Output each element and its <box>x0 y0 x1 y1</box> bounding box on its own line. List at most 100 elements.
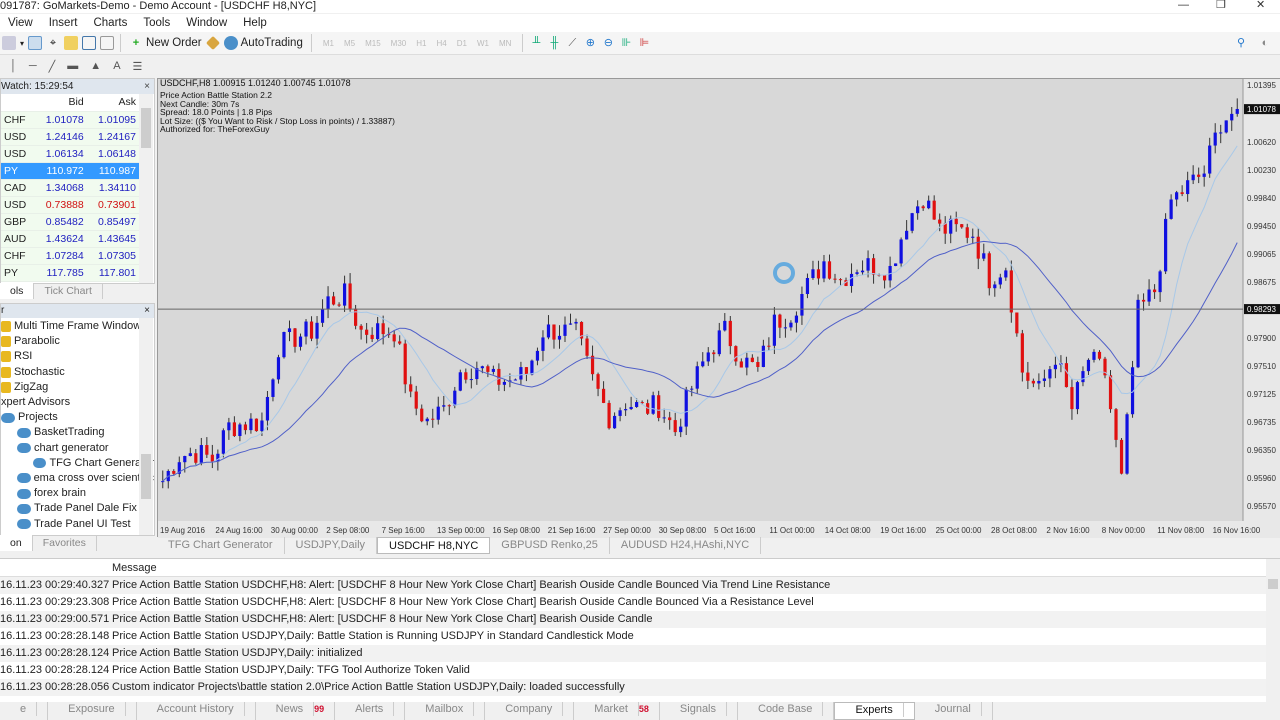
price-chart[interactable]: 1.01395 1.00620 1.00230 0.99840 0.99450 0.990… <box>158 79 1280 538</box>
navigator-item[interactable]: RSI <box>1 349 154 364</box>
menu-help[interactable]: Help <box>235 17 275 29</box>
navigator-item[interactable]: ema cross over scientific <box>1 471 154 486</box>
candlestick-icon[interactable]: ╫ <box>547 36 561 50</box>
autotrading-button[interactable]: AutoTrading <box>222 33 305 53</box>
navigator-icon[interactable] <box>64 36 79 50</box>
profiles-icon[interactable] <box>2 36 16 50</box>
log-row[interactable]: 16.11.23 00:28:28.124 Price Action Battle… <box>0 645 1280 662</box>
symbol-row[interactable]: USD 0.73888 0.73901 <box>1 196 139 214</box>
symbol-row[interactable]: CHF 1.01078 1.01095 <box>1 111 139 129</box>
navigator-item[interactable]: Trade Panel UI Test <box>1 516 154 531</box>
timeframe-h4[interactable]: H4 <box>431 39 451 48</box>
trendline-icon[interactable]: ╱ <box>49 60 56 73</box>
auto-scroll-icon[interactable]: ⊪ <box>619 36 633 50</box>
timeframe-m1[interactable]: M1 <box>318 39 339 48</box>
tab-journal[interactable]: Journal <box>915 702 993 720</box>
navigator-item[interactable]: Multi Time Frame Window <box>1 319 154 334</box>
chart-tab[interactable]: USDCHF H8,NYC <box>377 537 491 554</box>
tab-alerts[interactable]: Alerts <box>335 702 406 720</box>
chat-icon[interactable]: ◐ <box>1258 36 1272 50</box>
navigator-item[interactable]: Trade Panel Dale Fix <box>1 501 154 516</box>
tab-mailbox[interactable]: Mailbox <box>405 702 486 720</box>
zoom-in-icon[interactable]: ⊕ <box>583 36 597 50</box>
timeframe-d1[interactable]: D1 <box>452 39 472 48</box>
chart-tab[interactable]: USDJPY,Daily <box>285 537 378 554</box>
tab-experts[interactable]: Experts <box>834 702 915 720</box>
symbol-row[interactable]: PY 117.785 117.801 <box>1 264 139 282</box>
navigator-item[interactable]: Projects <box>1 410 154 425</box>
navigator-item[interactable]: Stochastic <box>1 365 154 380</box>
fibonacci-icon[interactable]: ☰ <box>133 60 143 73</box>
tab-favorites[interactable]: Favorites <box>33 535 97 551</box>
minimize-button[interactable]: — <box>1178 0 1189 11</box>
log-row[interactable]: 16.11.23 00:28:28.148 Price Action Battle… <box>0 628 1280 645</box>
bar-chart-icon[interactable]: ╨ <box>529 36 543 50</box>
tab-e[interactable]: e <box>0 702 49 720</box>
close-icon[interactable]: × <box>144 79 150 94</box>
symbol-row[interactable]: USD 1.24146 1.24167 <box>1 128 139 146</box>
navigator-item[interactable]: forex brain <box>1 486 154 501</box>
tab-on[interactable]: on <box>0 535 33 551</box>
symbol-row[interactable]: USD 1.06134 1.06148 <box>1 145 139 163</box>
timeframe-m5[interactable]: M5 <box>339 39 360 48</box>
symbol-row[interactable]: CAD 1.34068 1.34110 <box>1 179 139 197</box>
log-row[interactable]: 16.11.23 00:28:28.056 Custom indicator Pr… <box>0 679 1280 696</box>
tab-ols[interactable]: ols <box>0 283 35 299</box>
tab-tick-chart[interactable]: Tick Chart <box>34 283 103 299</box>
navigator-item[interactable]: xpert Advisors <box>1 395 154 410</box>
timeframe-m15[interactable]: M15 <box>360 39 386 48</box>
terminal-icon[interactable] <box>82 36 97 50</box>
timeframe-mn[interactable]: MN <box>494 39 516 48</box>
crosshair-icon[interactable]: ⌖ <box>46 36 60 50</box>
menu-window[interactable]: Window <box>178 17 235 29</box>
symbol-row[interactable]: CHF 1.07284 1.07305 <box>1 247 139 265</box>
chart-tab[interactable]: GBPUSD Renko,25 <box>490 537 610 554</box>
chart-tab[interactable]: AUDUSD H24,HAshi,NYC <box>610 537 762 554</box>
symbol-row[interactable]: AUD 1.43624 1.43645 <box>1 230 139 248</box>
metaeditor-icon[interactable] <box>205 35 220 51</box>
rectangle-icon[interactable]: ▬ <box>67 60 78 72</box>
log-row[interactable]: 16.11.23 00:29:40.327 Price Action Battle… <box>0 577 1280 594</box>
tab-market[interactable]: Market 58 <box>574 702 660 720</box>
zoom-out-icon[interactable]: ⊖ <box>601 36 615 50</box>
menu-insert[interactable]: Insert <box>41 17 86 29</box>
market-watch-scrollbar[interactable] <box>139 94 153 283</box>
search-icon[interactable]: ⚲ <box>1234 36 1248 50</box>
menu-tools[interactable]: Tools <box>135 17 178 29</box>
vertical-line-icon[interactable]: │ <box>10 60 17 72</box>
symbol-row[interactable]: GBP 0.85482 0.85497 <box>1 213 139 231</box>
strategy-tester-icon[interactable] <box>100 36 115 50</box>
navigator-item[interactable]: chart generator <box>1 441 154 456</box>
chart-tab[interactable]: TFG Chart Generator <box>157 537 285 554</box>
tab-account-history[interactable]: Account History <box>137 702 256 720</box>
timeframe-h1[interactable]: H1 <box>411 39 431 48</box>
menu-view[interactable]: View <box>0 17 41 29</box>
chart-window[interactable]: 1.01395 1.00620 1.00230 0.99840 0.99450 0.990… <box>157 78 1280 538</box>
line-chart-icon[interactable]: ⟋ <box>565 36 579 50</box>
tab-code-base[interactable]: Code Base <box>738 702 835 720</box>
tab-company[interactable]: Company <box>485 702 575 720</box>
tab-news[interactable]: News 99 <box>256 702 336 720</box>
menu-charts[interactable]: Charts <box>85 17 135 29</box>
close-icon[interactable]: × <box>144 304 150 318</box>
market-watch-icon[interactable] <box>28 36 43 50</box>
navigator-item[interactable]: TFG Chart Generator <box>1 456 154 471</box>
log-row[interactable]: 16.11.23 00:29:00.571 Price Action Battle… <box>0 611 1280 628</box>
navigator-item[interactable]: ZigZag <box>1 380 154 395</box>
timeframe-w1[interactable]: W1 <box>472 39 494 48</box>
new-order-button[interactable]: + New Order <box>127 33 204 53</box>
log-row[interactable]: 16.11.23 00:28:28.124 Price Action Battle… <box>0 662 1280 679</box>
triangle-icon[interactable]: ▲ <box>90 60 101 72</box>
tab-signals[interactable]: Signals <box>660 702 738 720</box>
horizontal-line-icon[interactable]: ─ <box>29 60 37 72</box>
navigator-scrollbar[interactable] <box>139 318 153 535</box>
navigator-item[interactable]: Parabolic <box>1 334 154 349</box>
navigator-item[interactable]: BasketTrading <box>1 425 154 440</box>
symbol-row[interactable]: PY 110.972 110.987 <box>1 162 139 180</box>
log-row[interactable]: 16.11.23 00:29:23.308 Price Action Battle… <box>0 594 1280 611</box>
terminal-scrollbar[interactable] <box>1266 559 1280 702</box>
close-button[interactable]: ✕ <box>1256 0 1265 11</box>
restore-button[interactable]: ❐ <box>1216 0 1226 11</box>
tab-exposure[interactable]: Exposure <box>48 702 137 720</box>
timeframe-m30[interactable]: M30 <box>386 39 412 48</box>
